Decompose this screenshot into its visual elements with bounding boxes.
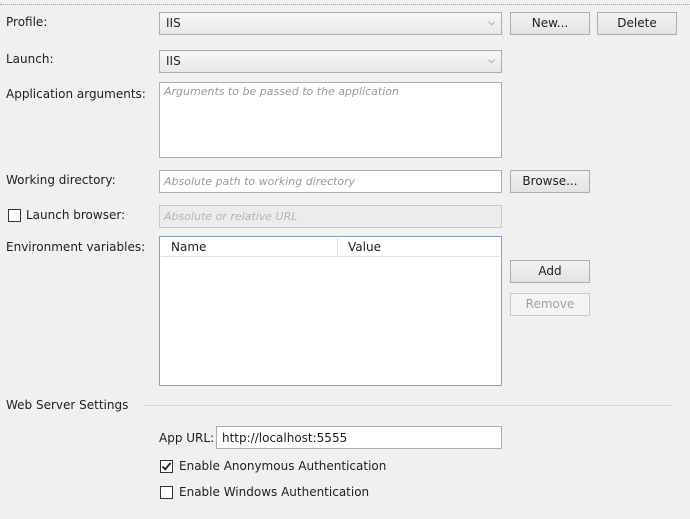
app-url-label: App URL: [159, 431, 215, 445]
launch-browser-url-input: Absolute or relative URL [159, 205, 502, 228]
app-args-label: Application arguments: [6, 87, 146, 101]
working-dir-label: Working directory: [6, 173, 116, 187]
app-args-placeholder: Arguments to be passed to the applicatio… [164, 85, 399, 98]
windows-auth-label: Enable Windows Authentication [179, 485, 370, 499]
env-vars-grid-header: Name Value [161, 238, 500, 257]
launch-browser-checkbox[interactable] [8, 209, 21, 222]
chevron-down-icon: ⌵ [488, 18, 495, 28]
checkmark-icon [161, 462, 172, 471]
launch-label: Launch: [6, 52, 54, 66]
launch-browser-url-placeholder: Absolute or relative URL [164, 210, 298, 223]
delete-profile-button[interactable]: Delete [597, 12, 677, 35]
profile-label: Profile: [6, 15, 48, 29]
profile-value: IIS [166, 16, 181, 30]
app-url-value: http://localhost:5555 [222, 431, 348, 445]
app-url-input[interactable]: http://localhost:5555 [216, 426, 502, 449]
remove-env-var-button: Remove [510, 293, 590, 316]
top-divider [0, 4, 690, 5]
anonymous-auth-checkbox[interactable] [160, 460, 173, 473]
new-profile-button[interactable]: New... [510, 12, 590, 35]
browse-button[interactable]: Browse... [510, 170, 590, 193]
anonymous-auth-label: Enable Anonymous Authentication [179, 459, 387, 473]
section-divider [144, 405, 673, 406]
windows-auth-checkbox[interactable] [160, 486, 173, 499]
launch-browser-label: Launch browser: [26, 208, 126, 222]
working-dir-placeholder: Absolute path to working directory [164, 175, 356, 188]
launch-value: IIS [166, 54, 181, 68]
web-server-section-title: Web Server Settings [6, 398, 129, 412]
app-args-textarea[interactable]: Arguments to be passed to the applicatio… [159, 82, 502, 158]
env-vars-label: Environment variables: [6, 240, 146, 254]
env-vars-grid[interactable]: Name Value [159, 236, 502, 386]
profile-dropdown[interactable]: IIS ⌵ [159, 12, 502, 35]
column-header-value[interactable]: Value [338, 238, 500, 256]
working-dir-input[interactable]: Absolute path to working directory [159, 170, 502, 193]
launch-dropdown[interactable]: IIS ⌵ [159, 50, 502, 73]
add-env-var-button[interactable]: Add [510, 260, 590, 283]
chevron-down-icon: ⌵ [488, 56, 495, 66]
column-header-name[interactable]: Name [161, 238, 338, 256]
